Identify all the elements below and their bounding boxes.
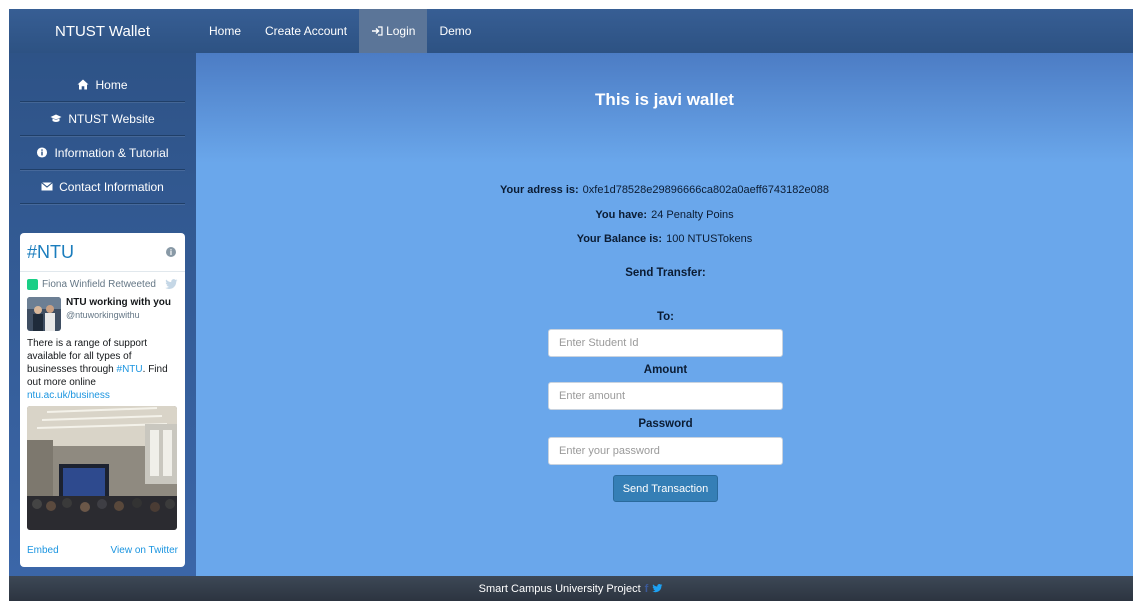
social-links: f bbox=[645, 583, 664, 595]
amount-label: Amount bbox=[643, 364, 688, 376]
nav-demo-label: Demo bbox=[439, 24, 472, 38]
tweet-text: There is a range of support available fo… bbox=[20, 337, 185, 402]
tweet-hashtag-link[interactable]: #NTU bbox=[117, 364, 143, 375]
top-navbar: NTUST Wallet Home Create Account Login D… bbox=[9, 9, 1133, 53]
address-label: Your adress is: bbox=[500, 184, 579, 196]
twitter-widget-footer: Embed View on Twitter bbox=[27, 545, 178, 556]
tweet-author[interactable]: NTU working with you @ntuworkingwithu bbox=[20, 297, 185, 331]
balance-value: 100 NTUSTokens bbox=[666, 233, 753, 245]
sidebar-item-label: Information & Tutorial bbox=[54, 145, 169, 160]
footer-text: Smart Campus University Project bbox=[478, 582, 641, 595]
send-transfer-heading: Send Transfer: bbox=[625, 267, 706, 279]
sidebar-item-label: Home bbox=[95, 77, 128, 92]
graduation-cap-icon bbox=[50, 114, 62, 122]
tweet-author-name: NTU working with you bbox=[66, 297, 171, 308]
tweet-photo[interactable] bbox=[27, 406, 177, 530]
send-transaction-button[interactable]: Send Transaction bbox=[613, 475, 718, 502]
avatar[interactable] bbox=[27, 297, 61, 331]
address-row: Your adress is: 0xfe1d78528e29896666ca802… bbox=[196, 184, 1133, 196]
facebook-icon[interactable]: f bbox=[645, 583, 649, 595]
address-value: 0xfe1d78528e29896666ca802a0aeff6743182e0… bbox=[582, 184, 829, 196]
sidebar-item-ntust-website[interactable]: NTUST Website bbox=[20, 102, 185, 136]
nav-home[interactable]: Home bbox=[197, 9, 253, 53]
main-content: This is javi wallet Your adress is: 0xfe1… bbox=[196, 53, 1133, 576]
page-title: This is javi wallet bbox=[595, 90, 734, 109]
widget-info-icon[interactable]: i bbox=[166, 247, 176, 257]
to-label: To: bbox=[656, 311, 675, 323]
brand-title[interactable]: NTUST Wallet bbox=[9, 9, 196, 53]
nav-create-account-label: Create Account bbox=[265, 24, 348, 38]
sidebar-menu: Home NTUST Website Information & Tutoria… bbox=[20, 68, 185, 204]
nav-login-label: Login bbox=[386, 24, 416, 38]
penalty-label: You have: bbox=[595, 209, 648, 221]
twitter-widget-title[interactable]: #NTU bbox=[27, 242, 74, 263]
tweet-author-handle: @ntuworkingwithu bbox=[66, 310, 140, 320]
nav-create-account[interactable]: Create Account bbox=[253, 9, 359, 53]
twitter-icon[interactable] bbox=[652, 584, 663, 593]
amount-input[interactable] bbox=[548, 382, 783, 410]
twitter-bird-icon[interactable] bbox=[165, 279, 178, 290]
home-icon bbox=[77, 79, 89, 90]
nav-demo[interactable]: Demo bbox=[427, 9, 483, 53]
nav-home-label: Home bbox=[209, 24, 242, 38]
footer: Smart Campus University Project f bbox=[9, 576, 1133, 601]
balance-row: Your Balance is: 100 NTUSTokens bbox=[196, 233, 1133, 245]
sidebar-item-contact-information[interactable]: Contact Information bbox=[20, 170, 185, 204]
embed-link[interactable]: Embed bbox=[27, 545, 59, 556]
nav-menu: Home Create Account Login Demo bbox=[197, 9, 483, 53]
tweet-url-link[interactable]: ntu.ac.uk/business bbox=[27, 390, 110, 401]
penalty-value: 24 Penalty Poins bbox=[651, 209, 734, 221]
penalty-row: You have: 24 Penalty Poins bbox=[196, 209, 1133, 221]
retweeted-by[interactable]: Fiona Winfield Retweeted bbox=[42, 279, 156, 290]
view-on-twitter-link[interactable]: View on Twitter bbox=[111, 545, 178, 556]
envelope-icon bbox=[41, 182, 53, 191]
nav-login[interactable]: Login bbox=[359, 9, 428, 53]
twitter-widget-header: #NTU i bbox=[20, 233, 185, 272]
password-label: Password bbox=[638, 418, 693, 430]
twitter-widget: #NTU i Fiona Winfield Retweeted NTU work… bbox=[20, 233, 185, 567]
sidebar-item-home[interactable]: Home bbox=[20, 68, 185, 102]
app-window: NTUST Wallet Home Create Account Login D… bbox=[9, 9, 1133, 601]
sidebar-item-information-tutorial[interactable]: Information & Tutorial bbox=[20, 136, 185, 170]
retweet-icon bbox=[27, 279, 38, 290]
info-icon bbox=[37, 147, 48, 158]
sidebar: Home NTUST Website Information & Tutoria… bbox=[9, 53, 196, 576]
sidebar-item-label: Contact Information bbox=[59, 179, 164, 194]
password-input[interactable] bbox=[548, 437, 783, 465]
retweet-line: Fiona Winfield Retweeted bbox=[20, 279, 185, 290]
balance-label: Your Balance is: bbox=[576, 233, 663, 245]
sidebar-item-label: NTUST Website bbox=[68, 111, 155, 126]
login-icon bbox=[372, 26, 383, 36]
student-id-input[interactable] bbox=[548, 329, 783, 357]
